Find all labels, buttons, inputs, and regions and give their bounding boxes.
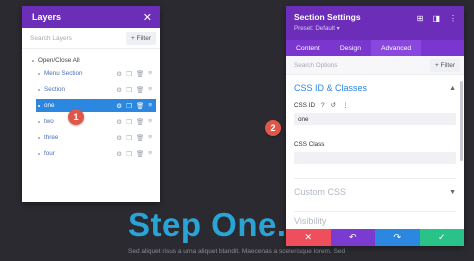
trash-icon[interactable]: 🗑 — [136, 118, 144, 126]
gear-icon[interactable]: ⚙ — [116, 86, 122, 94]
css-class-label: CSS Class — [294, 141, 325, 148]
css-id-field-label: CSS ID ? ↺ ⋮ — [294, 101, 456, 110]
hero-heading: Step One. — [128, 206, 287, 243]
redo-button[interactable]: ↷ — [375, 229, 420, 246]
chevron-up-icon: ▲ — [449, 84, 456, 92]
cancel-button[interactable]: ✕ — [286, 229, 331, 246]
more-icon[interactable]: ⋮ — [342, 101, 349, 109]
settings-filter-button[interactable]: + Filter — [429, 58, 460, 72]
trash-icon[interactable]: 🗑 — [136, 70, 144, 78]
tab-design[interactable]: Design — [330, 40, 371, 56]
save-button[interactable]: ✓ — [419, 229, 464, 246]
trash-icon[interactable]: 🗑 — [136, 134, 144, 142]
gear-icon[interactable]: ⚙ — [116, 150, 122, 158]
layers-search-input[interactable]: Search Layers — [30, 35, 126, 42]
css-id-input[interactable]: one — [294, 113, 456, 125]
layer-row-three[interactable]: three ⚙ ❐ 🗑 ≡ — [36, 131, 156, 144]
copy-icon[interactable]: ❐ — [126, 134, 132, 142]
chevron-down-icon: ▼ — [449, 188, 456, 196]
settings-scrollbar[interactable] — [460, 81, 463, 161]
open-close-all-toggle[interactable]: Open/Close All — [22, 49, 160, 64]
bullet-icon — [38, 104, 40, 107]
css-class-input[interactable] — [294, 152, 456, 164]
section-title: Visibility — [294, 216, 327, 226]
copy-icon[interactable]: ❐ — [126, 102, 132, 110]
gear-icon[interactable]: ⚙ — [116, 70, 122, 78]
copy-icon[interactable]: ❐ — [126, 86, 132, 94]
hero-body-text: Sed aliquet risus a urna aliquet blandit… — [128, 248, 346, 255]
bullet-icon — [38, 152, 40, 155]
bullet-icon — [38, 72, 40, 75]
layer-row-four[interactable]: four ⚙ ❐ 🗑 ≡ — [36, 147, 156, 160]
menu-icon[interactable]: ≡ — [148, 86, 152, 94]
menu-icon[interactable]: ≡ — [148, 150, 152, 158]
layer-label: Menu Section — [44, 70, 83, 77]
open-close-all-label: Open/Close All — [38, 57, 80, 64]
layers-filter-button[interactable]: + Filter — [125, 31, 156, 45]
settings-search-bar: Search Options + Filter — [286, 56, 464, 75]
custom-css-toggle[interactable]: Custom CSS ▼ — [294, 179, 456, 205]
layers-search-bar: Search Layers + Filter — [22, 28, 160, 49]
copy-icon[interactable]: ❐ — [126, 70, 132, 78]
split-view-icon[interactable]: ◨ — [432, 14, 440, 23]
more-options-icon[interactable]: ⋮ — [449, 14, 457, 23]
reset-icon[interactable]: ↺ — [331, 101, 336, 109]
section-settings-panel: Section Settings Preset: Default ▾ ⊞ ◨ ⋮… — [286, 6, 464, 246]
close-icon[interactable]: ✕ — [143, 11, 152, 24]
section-title: Custom CSS — [294, 187, 347, 197]
section-title: CSS ID & Classes — [294, 83, 368, 93]
preset-selector[interactable]: Preset: Default ▾ — [294, 25, 456, 32]
gear-icon[interactable]: ⚙ — [116, 102, 122, 110]
css-id-label: CSS ID — [294, 101, 315, 109]
layer-label: one — [44, 102, 55, 109]
undo-button[interactable]: ↶ — [330, 229, 375, 246]
copy-icon[interactable]: ❐ — [126, 118, 132, 126]
bullet-icon — [38, 120, 40, 123]
trash-icon[interactable]: 🗑 — [136, 86, 144, 94]
layer-label: four — [44, 150, 55, 157]
layer-row-section[interactable]: Section ⚙ ❐ 🗑 ≡ — [36, 83, 156, 96]
settings-tabs: Content Design Advanced — [286, 40, 464, 56]
bullet-icon — [32, 59, 34, 62]
layer-row-menu-section[interactable]: Menu Section ⚙ ❐ 🗑 ≡ — [36, 67, 156, 80]
settings-header: Section Settings Preset: Default ▾ ⊞ ◨ ⋮ — [286, 6, 464, 40]
layer-label: three — [44, 134, 59, 141]
trash-icon[interactable]: 🗑 — [136, 150, 144, 158]
bullet-icon — [38, 136, 40, 139]
bullet-icon — [38, 88, 40, 91]
layers-title: Layers — [32, 12, 62, 22]
layer-row-one[interactable]: one ⚙ ❐ 🗑 ≡ — [36, 99, 156, 112]
css-id-classes-toggle[interactable]: CSS ID & Classes ▲ — [294, 77, 456, 99]
menu-icon[interactable]: ≡ — [148, 118, 152, 126]
menu-icon[interactable]: ≡ — [148, 70, 152, 78]
layer-label: Section — [44, 86, 66, 93]
menu-icon[interactable]: ≡ — [148, 134, 152, 142]
step-badge-2: 2 — [265, 120, 281, 136]
trash-icon[interactable]: 🗑 — [136, 102, 144, 110]
tab-content[interactable]: Content — [286, 40, 330, 56]
layers-header: Layers ✕ — [22, 6, 160, 28]
step-badge-1: 1 — [68, 109, 84, 125]
layers-panel: Layers ✕ Search Layers + Filter Open/Clo… — [22, 6, 160, 202]
layer-row-two[interactable]: two ⚙ ❐ 🗑 ≡ — [36, 115, 156, 128]
help-icon[interactable]: ? — [321, 102, 325, 109]
gear-icon[interactable]: ⚙ — [116, 118, 122, 126]
tab-advanced[interactable]: Advanced — [370, 40, 422, 56]
settings-footer: ✕ ↶ ↷ ✓ — [286, 229, 464, 246]
menu-icon[interactable]: ≡ — [148, 102, 152, 110]
fullscreen-icon[interactable]: ⊞ — [417, 14, 424, 23]
options-search-input[interactable]: Search Options — [294, 62, 430, 69]
copy-icon[interactable]: ❐ — [126, 150, 132, 158]
gear-icon[interactable]: ⚙ — [116, 134, 122, 142]
visibility-toggle[interactable]: Visibility — [294, 212, 456, 230]
